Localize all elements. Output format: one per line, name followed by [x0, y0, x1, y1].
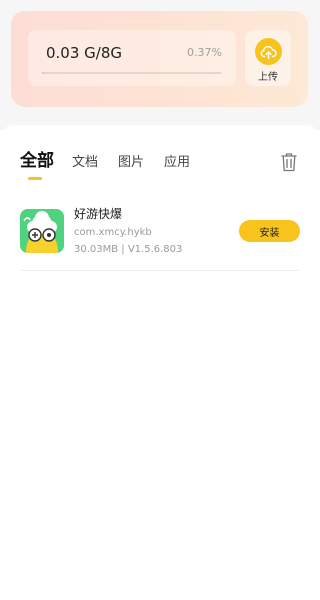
storage-progress-bar [42, 72, 222, 74]
storage-progress-fill [42, 72, 45, 74]
upload-cloud-icon [255, 38, 282, 65]
top-area: 0.03 G/8G 0.37% 上传 [0, 0, 320, 130]
list-item[interactable]: 好游快爆 com.xmcy.hykb 30.03MB | V1.5.6.803 … [20, 205, 300, 271]
app-size-version: 30.03MB | V1.5.6.803 [74, 244, 183, 255]
install-button[interactable]: 安装 [239, 220, 300, 242]
trash-icon[interactable] [280, 152, 298, 172]
storage-usage-text: 0.03 G/8G [46, 44, 123, 62]
app-name: 好游快爆 [74, 207, 123, 221]
app-package-name: com.xmcy.hykb [74, 227, 152, 238]
upload-label: 上传 [258, 72, 278, 83]
app-icon-haoyou-kuaibao [20, 209, 64, 253]
storage-usage-box: 0.03 G/8G 0.37% [28, 30, 236, 86]
category-tabs: 全部 文档 图片 应用 [20, 150, 210, 190]
tab-apps[interactable]: 应用 [164, 152, 190, 174]
file-content-panel: 全部 文档 图片 应用 好游快爆 com.xmcy.hykb 30.03MB |… [0, 125, 320, 600]
tab-all[interactable]: 全部 [20, 150, 54, 180]
storage-usage-percent: 0.37% [187, 46, 222, 59]
tab-documents[interactable]: 文档 [72, 152, 98, 174]
storage-card: 0.03 G/8G 0.37% 上传 [11, 11, 308, 107]
tab-images[interactable]: 图片 [118, 152, 144, 174]
upload-button[interactable]: 上传 [245, 30, 291, 86]
